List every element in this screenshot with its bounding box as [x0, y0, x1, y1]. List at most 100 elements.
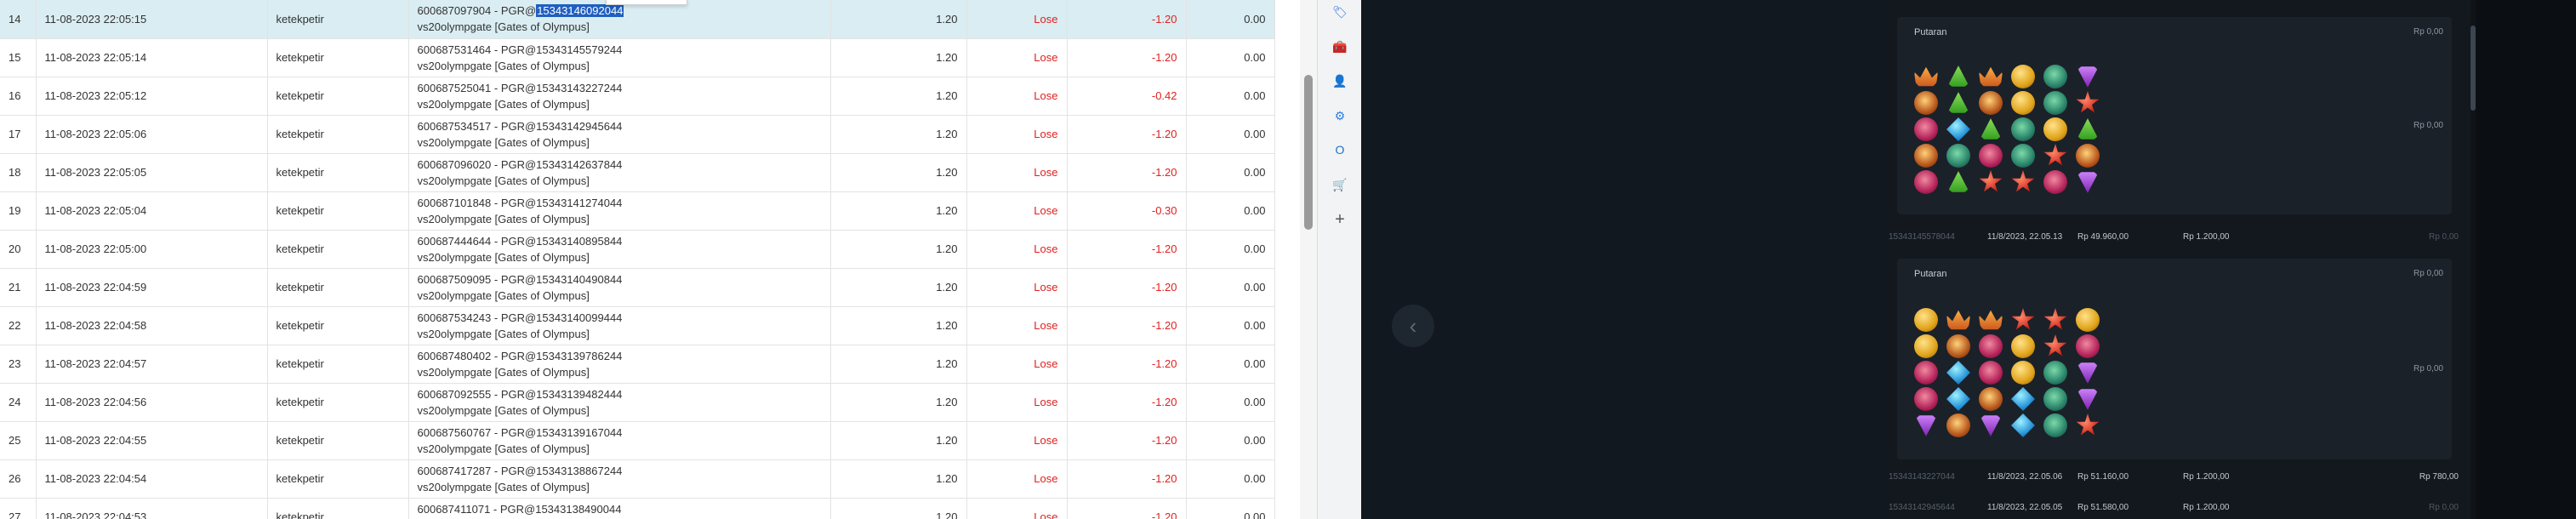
- transaction-id[interactable]: 600687525041 - PGR@15343143227244: [418, 82, 623, 94]
- win-loss: -1.20: [1067, 0, 1187, 39]
- purple-symbol-icon: [2077, 172, 2099, 193]
- cart-extension-icon[interactable]: 🛒: [1331, 176, 1348, 193]
- tag-extension-icon[interactable]: 🏷: [1331, 3, 1348, 20]
- crown-symbol-icon: [1914, 66, 1938, 87]
- stake: 1.20: [830, 306, 967, 345]
- transaction-id[interactable]: 600687097904 - PGR@: [418, 4, 537, 17]
- result-status: Lose: [966, 0, 1068, 39]
- round-card[interactable]: Putaran Rp 0,00 Rp 0,00: [1897, 259, 2452, 459]
- red-symbol-icon: [2043, 334, 2067, 356]
- balance: 0.00: [1186, 345, 1275, 384]
- table-scrollbar[interactable]: [1300, 0, 1317, 519]
- cup-symbol-icon: [1946, 334, 1970, 358]
- context-popup[interactable]: [606, 0, 687, 5]
- result-status: Lose: [966, 306, 1068, 345]
- result-status: Lose: [966, 191, 1068, 231]
- back-arrow-icon[interactable]: ‹: [1392, 305, 1434, 347]
- username: ketekpetir: [267, 306, 409, 345]
- round-summary-row[interactable]: 15343145578044 11/8/2023, 22.05.13 Rp 49…: [1885, 232, 2471, 244]
- red-symbol-icon: [2076, 91, 2100, 113]
- round-history-list: Putaran Rp 0,00 Rp 0,00 15343145578044 1…: [1885, 0, 2471, 519]
- red-symbol-icon: [1979, 170, 2003, 192]
- transaction-id[interactable]: 600687092555 - PGR@15343139482444: [418, 388, 623, 401]
- bet-description: 600687101848 - PGR@15343141274044 vs20oly…: [408, 191, 831, 231]
- row-number: 26: [0, 459, 37, 499]
- bet-row[interactable]: 15 11-08-2023 22:05:14 ketekpetir 600687531…: [0, 38, 1275, 77]
- stake: 1.20: [830, 115, 967, 154]
- bet-description: 600687444644 - PGR@15343140895844 vs20oly…: [408, 230, 831, 269]
- purple-symbol-icon: [2077, 362, 2099, 384]
- result-status: Lose: [966, 268, 1068, 307]
- row-number: 23: [0, 345, 37, 384]
- bet-description: 600687531464 - PGR@15343145579244 vs20oly…: [408, 38, 831, 77]
- pink-symbol-icon: [1979, 334, 2003, 358]
- balance: 0.00: [1186, 421, 1275, 460]
- bet-row[interactable]: 25 11-08-2023 22:04:55 ketekpetir 600687560…: [0, 421, 1275, 460]
- result-status: Lose: [966, 345, 1068, 384]
- gear-extension-icon[interactable]: ⚙: [1331, 107, 1348, 124]
- ring-symbol-icon: [2043, 91, 2067, 115]
- transaction-id[interactable]: 600687480402 - PGR@15343139786244: [418, 350, 623, 362]
- transaction-id[interactable]: 600687534517 - PGR@15343142945644: [418, 120, 623, 133]
- row-number: 20: [0, 230, 37, 269]
- red-symbol-icon: [2076, 413, 2100, 436]
- transaction-id[interactable]: 600687444644 - PGR@15343140895844: [418, 235, 623, 248]
- round-summary-row[interactable]: 15343143227044 11/8/2023, 22.05.06 Rp 51…: [1885, 472, 2471, 484]
- transaction-id[interactable]: 600687417287 - PGR@15343138867244: [418, 465, 623, 477]
- transaction-id[interactable]: 600687560767 - PGR@15343139167044: [418, 426, 623, 439]
- ring-symbol-icon: [2043, 361, 2067, 385]
- ring-symbol-icon: [2043, 65, 2067, 88]
- bet-description: 600687509095 - PGR@15343140490844 vs20oly…: [408, 268, 831, 307]
- person-extension-icon[interactable]: 👤: [1331, 72, 1348, 89]
- bet-row[interactable]: 21 11-08-2023 22:04:59 ketekpetir 600687509…: [0, 268, 1275, 307]
- transaction-id[interactable]: 600687534243 - PGR@15343140099444: [418, 311, 623, 324]
- win-loss: -1.20: [1067, 383, 1187, 422]
- stake: 1.20: [830, 383, 967, 422]
- bet-description: 600687411071 - PGR@15343138490044vs20oly…: [408, 498, 831, 519]
- transaction-id[interactable]: 600687096020 - PGR@15343142637844: [418, 158, 623, 171]
- transaction-id[interactable]: 600687531464 - PGR@15343145579244: [418, 43, 623, 56]
- bet-description: 600687534517 - PGR@15343142945644 vs20oly…: [408, 115, 831, 154]
- bet-row[interactable]: 20 11-08-2023 22:05:00 ketekpetir 600687444…: [0, 230, 1275, 269]
- gold-symbol-icon: [2011, 91, 2035, 115]
- transaction-id[interactable]: 600687509095 - PGR@15343140490844: [418, 273, 623, 286]
- balance: 0.00: [1186, 153, 1275, 192]
- bet-row[interactable]: 19 11-08-2023 22:05:04 ketekpetir 600687101…: [0, 191, 1275, 231]
- round-id: 15343142945644: [1889, 503, 1955, 512]
- ring-symbol-icon: [1946, 144, 1970, 168]
- add-extension-icon[interactable]: +: [1331, 210, 1348, 229]
- transaction-id[interactable]: 600687411071 - PGR@15343138490044: [418, 503, 622, 516]
- bet-row[interactable]: 27 11-08-2023 22:04:53 ketekpetir 600687411…: [0, 498, 1275, 519]
- transaction-id[interactable]: 600687101848 - PGR@15343141274044: [418, 197, 623, 209]
- result-status: Lose: [966, 459, 1068, 499]
- selected-text[interactable]: 15343146092044: [536, 4, 624, 18]
- bet-description: 600687096020 - PGR@15343142637844 vs20oly…: [408, 153, 831, 192]
- ring-symbol-icon: [2043, 413, 2067, 437]
- outlook-extension-icon[interactable]: O: [1331, 141, 1348, 158]
- bet-row[interactable]: 16 11-08-2023 22:05:12 ketekpetir 600687525…: [0, 77, 1275, 116]
- round-win: Rp 780,00: [2419, 472, 2459, 482]
- bet-date: 11-08-2023 22:05:05: [36, 153, 268, 192]
- ring-symbol-icon: [2011, 117, 2035, 141]
- cup-symbol-icon: [1946, 413, 1970, 437]
- bet-date: 11-08-2023 22:04:58: [36, 306, 268, 345]
- table-scroll-thumb[interactable]: [1304, 75, 1313, 230]
- round-card[interactable]: Putaran Rp 0,00 Rp 0,00: [1897, 17, 2452, 214]
- result-status: Lose: [966, 230, 1068, 269]
- bet-row[interactable]: 24 11-08-2023 22:04:56 ketekpetir 600687092…: [0, 383, 1275, 422]
- bet-row[interactable]: 23 11-08-2023 22:04:57 ketekpetir 600687480…: [0, 345, 1275, 384]
- briefcase-extension-icon[interactable]: 🧰: [1331, 38, 1348, 55]
- row-number: 25: [0, 421, 37, 460]
- game-name: vs20olympgate [Gates of Olympus]: [417, 212, 590, 225]
- round-amount-mid: Rp 0,00: [2413, 364, 2443, 374]
- bet-row[interactable]: 26 11-08-2023 22:04:54 ketekpetir 600687417…: [0, 459, 1275, 499]
- round-summary-row[interactable]: 15343142945644 11/8/2023, 22.05.05 Rp 51…: [1885, 503, 2471, 515]
- bet-row[interactable]: 14 11-08-2023 22:05:15 ketekpetir 600687097…: [0, 0, 1275, 39]
- row-number: 18: [0, 153, 37, 192]
- purple-symbol-icon: [2077, 389, 2099, 410]
- bet-row[interactable]: 17 11-08-2023 22:05:06 ketekpetir 600687534…: [0, 115, 1275, 154]
- username: ketekpetir: [267, 191, 409, 231]
- bet-row[interactable]: 18 11-08-2023 22:05:05 ketekpetir 600687096…: [0, 153, 1275, 192]
- bet-row[interactable]: 22 11-08-2023 22:04:58 ketekpetir 600687534…: [0, 306, 1275, 345]
- result-status: Lose: [966, 77, 1068, 116]
